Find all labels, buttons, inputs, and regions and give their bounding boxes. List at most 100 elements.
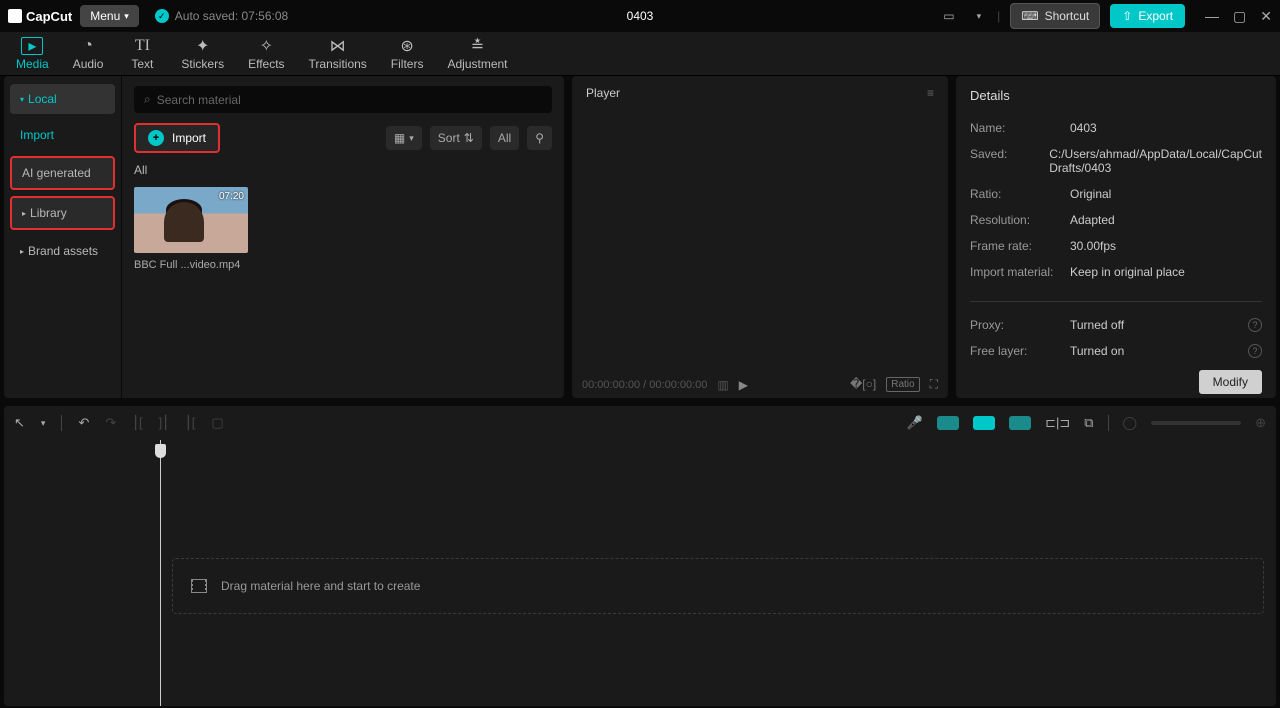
maximize-button[interactable]: ▢ [1233,8,1246,25]
sidebar-item-ai-generated[interactable]: AI generated [10,156,115,190]
media-icon: ▸ [21,37,43,55]
import-button[interactable]: + Import [134,123,220,153]
fullscreen-icon[interactable]: ⛶ [930,377,938,392]
chevron-down-icon: ▾ [124,11,129,22]
category-tabs: ▸ Media ◔ Audio TI Text ✦ Stickers ✧ Eff… [0,32,1280,76]
sort-button[interactable]: Sort⇅ [430,126,482,150]
chevron-down-icon[interactable]: ▾ [971,8,988,25]
align-icon[interactable]: ⊏|⊐ [1045,415,1070,431]
film-icon [191,579,207,593]
playhead-handle[interactable] [155,444,166,458]
app-name: CapCut [26,9,72,24]
ratio-button[interactable]: Ratio [886,377,919,392]
compare-icon[interactable]: ▥ [717,378,728,392]
timeline[interactable]: Drag material here and start to create [4,440,1276,706]
tab-filters[interactable]: ⊛ Filters [381,35,434,73]
shortcut-button[interactable]: ⌨ Shortcut [1010,3,1100,29]
trim-right-tool[interactable]: ⎮[ [185,415,195,431]
app-logo: CapCut [8,9,72,24]
filters-icon: ⊛ [400,37,413,55]
pointer-tool[interactable]: ↖ [14,415,25,431]
detail-saved-value: C:/Users/ahmad/AppData/Local/CapCut Draf… [1049,147,1262,175]
autosave-status: ✓ Auto saved: 07:56:08 [155,9,288,23]
detail-importmat-label: Import material: [970,265,1070,279]
tab-media[interactable]: ▸ Media [6,35,59,73]
undo-button[interactable]: ↶ [78,415,89,431]
zoom-out-icon[interactable]: ◯ [1123,415,1138,431]
tab-adjustment[interactable]: ≛ Adjustment [437,35,517,73]
tab-audio[interactable]: ◔ Audio [63,35,114,73]
detail-freelayer-value: Turned on [1070,344,1248,358]
media-sidebar: ▾ Local Import AI generated ▸ Library ▸ … [4,76,122,398]
zoom-slider[interactable] [1151,421,1241,425]
detail-freelayer-label: Free layer: [970,344,1070,358]
split-tool[interactable]: ⎮[ [132,415,142,431]
upload-icon: ⇧ [1122,9,1132,23]
detail-ratio-label: Ratio: [970,187,1070,201]
sidebar-item-import[interactable]: Import [10,120,115,150]
search-icon: ⌕ [144,92,151,107]
info-icon[interactable]: ? [1248,344,1262,358]
mic-icon[interactable]: 🎤 [907,415,923,431]
player-timecode: 00:00:00:00 / 00:00:00:00 [582,379,707,391]
modify-button[interactable]: Modify [1199,370,1262,394]
pointer-dropdown[interactable]: ▾ [41,418,46,429]
track-toggle-2[interactable] [973,416,995,430]
minimize-button[interactable]: — [1205,8,1219,25]
sidebar-item-brand-assets[interactable]: ▸ Brand assets [10,236,115,266]
drop-hint: Drag material here and start to create [221,579,420,593]
detail-proxy-value: Turned off [1070,318,1248,332]
sidebar-item-local[interactable]: ▾ Local [10,84,115,114]
player-panel: Player ≡ 00:00:00:00 / 00:00:00:00 ▥ ▶ �… [572,76,948,398]
playhead[interactable] [160,440,161,706]
view-grid-button[interactable]: ▦▾ [386,126,422,150]
transitions-icon: ⋈ [330,37,346,55]
tab-text[interactable]: TI Text [117,35,167,73]
play-button[interactable]: ▶ [739,378,748,392]
check-icon: ✓ [155,9,169,23]
close-button[interactable]: ✕ [1260,8,1272,25]
layout-icon[interactable]: ▭ [937,6,960,26]
player-menu-icon[interactable]: ≡ [927,86,934,100]
keyboard-icon: ⌨ [1021,9,1038,23]
detail-name-label: Name: [970,121,1070,135]
tab-stickers[interactable]: ✦ Stickers [171,35,234,73]
filter-icon: ⚲ [535,131,544,145]
info-icon[interactable]: ? [1248,318,1262,332]
delete-tool[interactable]: ▢ [211,415,223,431]
track-toggle-1[interactable] [937,416,959,430]
snap-icon[interactable]: ⧉ [1084,415,1093,431]
audio-icon: ◔ [83,37,93,55]
menu-button[interactable]: Menu ▾ [80,5,139,27]
caret-right-icon: ▸ [22,209,26,218]
filter-button[interactable]: ⚲ [527,126,552,150]
media-thumbnail[interactable]: 07:20 BBC Full ...video.mp4 [134,187,248,271]
detail-resolution-value: Adapted [1070,213,1262,227]
tab-effects[interactable]: ✧ Effects [238,35,294,73]
text-icon: TI [135,37,150,55]
tab-transitions[interactable]: ⋈ Transitions [299,35,377,73]
grid-icon: ▦ [394,131,405,145]
redo-button[interactable]: ↷ [105,415,116,431]
thumbnail-image: 07:20 [134,187,248,253]
details-panel: Details Name:0403 Saved:C:/Users/ahmad/A… [956,76,1276,398]
zoom-in-icon[interactable]: ⊕ [1255,415,1266,431]
detail-proxy-label: Proxy: [970,318,1070,332]
caret-down-icon: ▾ [20,95,24,104]
capcut-icon [8,9,22,23]
media-panel: ▾ Local Import AI generated ▸ Library ▸ … [4,76,564,398]
sidebar-item-library[interactable]: ▸ Library [10,196,115,230]
timeline-drop-zone[interactable]: Drag material here and start to create [172,558,1264,614]
detail-ratio-value: Original [1070,187,1262,201]
thumbnail-duration: 07:20 [219,191,244,202]
trim-left-tool[interactable]: ]⎮ [159,415,169,431]
export-button[interactable]: ⇧ Export [1110,4,1185,28]
timeline-toolbar: ↖ ▾ ↶ ↷ ⎮[ ]⎮ ⎮[ ▢ 🎤 ⊏|⊐ ⧉ ◯ ⊕ [4,406,1276,440]
detail-resolution-label: Resolution: [970,213,1070,227]
filter-all-button[interactable]: All [490,126,519,150]
player-viewport [572,110,948,371]
details-title: Details [970,88,1262,103]
search-input[interactable]: ⌕ Search material [134,86,552,113]
track-toggle-3[interactable] [1009,416,1031,430]
scan-icon[interactable]: �[○] [850,377,876,392]
